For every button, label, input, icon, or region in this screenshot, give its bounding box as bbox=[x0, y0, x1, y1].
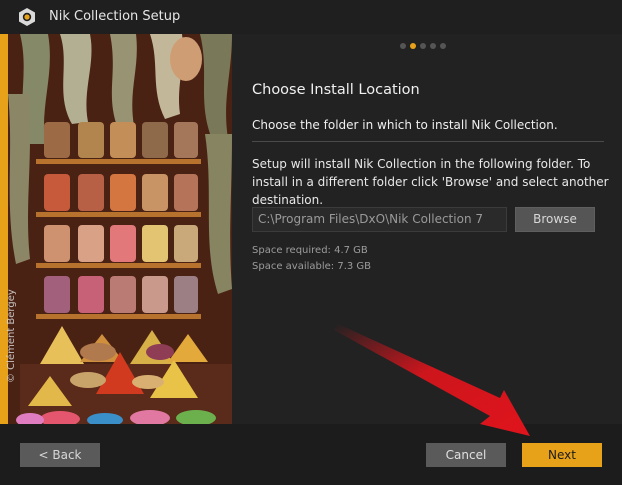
side-image: © Clément Bergey bbox=[0, 34, 232, 424]
step-dot-2-current bbox=[410, 43, 416, 49]
jars-row-2 bbox=[44, 174, 198, 211]
jars-row-4 bbox=[44, 276, 198, 313]
window-title: Nik Collection Setup bbox=[49, 9, 181, 24]
step-dot-4 bbox=[430, 43, 436, 49]
space-required: Space required: 4.7 GB bbox=[252, 245, 368, 256]
step-indicator bbox=[400, 43, 446, 49]
install-description: Setup will install Nik Collection in the… bbox=[252, 157, 609, 207]
page-title: Choose Install Location bbox=[252, 82, 420, 98]
title-bar: Nik Collection Setup bbox=[0, 0, 622, 34]
step-dot-1 bbox=[400, 43, 406, 49]
divider bbox=[252, 141, 604, 142]
jars-row-3 bbox=[44, 225, 198, 262]
step-dot-3 bbox=[420, 43, 426, 49]
browse-button[interactable]: Browse bbox=[515, 207, 595, 232]
back-button[interactable]: < Back bbox=[20, 443, 100, 467]
step-dot-5 bbox=[440, 43, 446, 49]
space-available: Space available: 7.3 GB bbox=[252, 261, 372, 272]
installer-window: Nik Collection Setup © Clément Bergey Ch… bbox=[0, 0, 622, 485]
photo-credit: © Clément Bergey bbox=[6, 289, 17, 383]
cancel-button[interactable]: Cancel bbox=[426, 443, 506, 467]
page-subtitle: Choose the folder in which to install Ni… bbox=[252, 118, 558, 132]
spice-shelf-photo bbox=[0, 34, 232, 424]
nik-logo-icon bbox=[19, 8, 35, 26]
next-button[interactable]: Next bbox=[522, 443, 602, 467]
install-path-field[interactable]: C:\Program Files\DxO\Nik Collection 7 bbox=[252, 207, 507, 232]
jars-row-1 bbox=[44, 122, 198, 158]
